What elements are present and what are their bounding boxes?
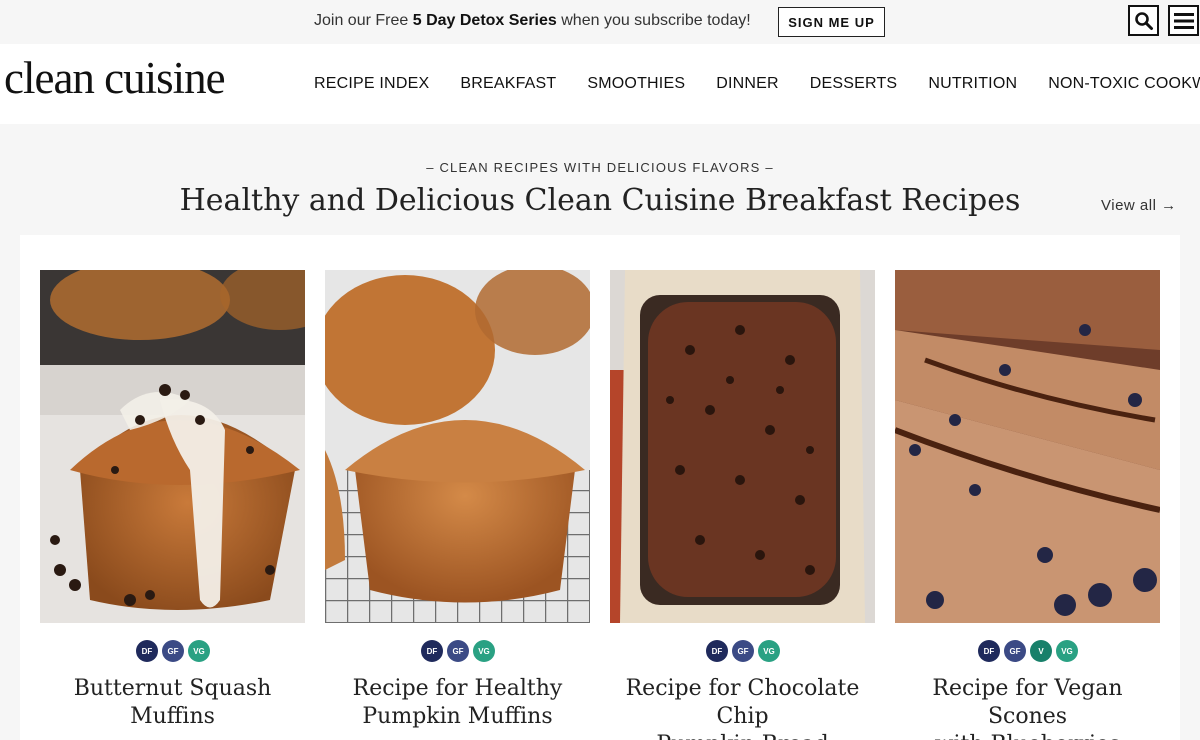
view-all-link[interactable]: View all → xyxy=(1101,197,1177,214)
badge-dairy-free: DF xyxy=(136,640,158,662)
recipe-title[interactable]: Butternut Squash Muffins xyxy=(40,675,305,731)
nav-item-recipe-index[interactable]: RECIPE INDEX xyxy=(314,75,429,93)
recipe-image-butternut-squash-muffins[interactable] xyxy=(40,270,305,623)
badge-dairy-free: DF xyxy=(706,640,728,662)
sign-me-up-button[interactable]: SIGN ME UP xyxy=(778,7,885,37)
menu-button[interactable] xyxy=(1168,5,1199,36)
search-icon xyxy=(1134,11,1153,30)
recipe-image-chocolate-chip-pumpkin-bread[interactable] xyxy=(610,270,875,623)
recipe-card[interactable] xyxy=(610,270,875,623)
badge-vegan: VG xyxy=(758,640,780,662)
diet-badges: DF GF VG xyxy=(136,640,210,662)
badge-vegan: VG xyxy=(188,640,210,662)
promo-text: Join our Free 5 Day Detox Series when yo… xyxy=(314,12,751,29)
search-button[interactable] xyxy=(1128,5,1159,36)
promo-bar: Join our Free 5 Day Detox Series when yo… xyxy=(0,0,1200,44)
nav-item-non-toxic-cookware[interactable]: NON-TOXIC COOKWARE xyxy=(1048,75,1200,93)
badge-vegan: VG xyxy=(473,640,495,662)
badge-gluten-free: GF xyxy=(447,640,469,662)
recipe-title[interactable]: Recipe for Healthy Pumpkin Muffins xyxy=(325,675,590,731)
badge-vegetarian: V xyxy=(1030,640,1052,662)
badge-gluten-free: GF xyxy=(732,640,754,662)
nav-item-breakfast[interactable]: BREAKFAST xyxy=(460,75,556,93)
nav-item-dinner[interactable]: DINNER xyxy=(716,75,779,93)
nav-item-nutrition[interactable]: NUTRITION xyxy=(928,75,1017,93)
section-title: Healthy and Delicious Clean Cuisine Brea… xyxy=(179,183,1021,218)
recipe-card[interactable] xyxy=(895,270,1160,623)
diet-badges: DF GF VG xyxy=(706,640,780,662)
badge-dairy-free: DF xyxy=(978,640,1000,662)
badge-gluten-free: GF xyxy=(1004,640,1026,662)
main-nav: RECIPE INDEX BREAKFAST SMOOTHIES DINNER DESS… xyxy=(314,75,1200,93)
recipe-card[interactable] xyxy=(325,270,590,623)
recipe-card[interactable] xyxy=(40,270,305,623)
recipe-image-pumpkin-muffins[interactable] xyxy=(325,270,590,623)
recipe-title[interactable]: Recipe for Chocolate ChipPumpkin Bread xyxy=(610,675,875,740)
site-logo[interactable]: clean cuisine xyxy=(4,52,226,104)
site-header: clean cuisine RECIPE INDEX BREAKFAST SMOOT… xyxy=(0,44,1200,124)
nav-item-desserts[interactable]: DESSERTS xyxy=(810,75,898,93)
recipe-image-vegan-scones-blueberries[interactable] xyxy=(895,270,1160,623)
nav-item-smoothies[interactable]: SMOOTHIES xyxy=(587,75,685,93)
diet-badges: DF GF V VG xyxy=(978,640,1078,662)
section-eyebrow: – CLEAN RECIPES WITH DELICIOUS FLAVORS – xyxy=(426,160,774,175)
badge-gluten-free: GF xyxy=(162,640,184,662)
hamburger-menu-icon xyxy=(1173,12,1194,29)
diet-badges: DF GF VG xyxy=(421,640,495,662)
badge-vegan: VG xyxy=(1056,640,1078,662)
badge-dairy-free: DF xyxy=(421,640,443,662)
recipe-title[interactable]: Recipe for Vegan Sconeswith Blueberries xyxy=(895,675,1160,740)
